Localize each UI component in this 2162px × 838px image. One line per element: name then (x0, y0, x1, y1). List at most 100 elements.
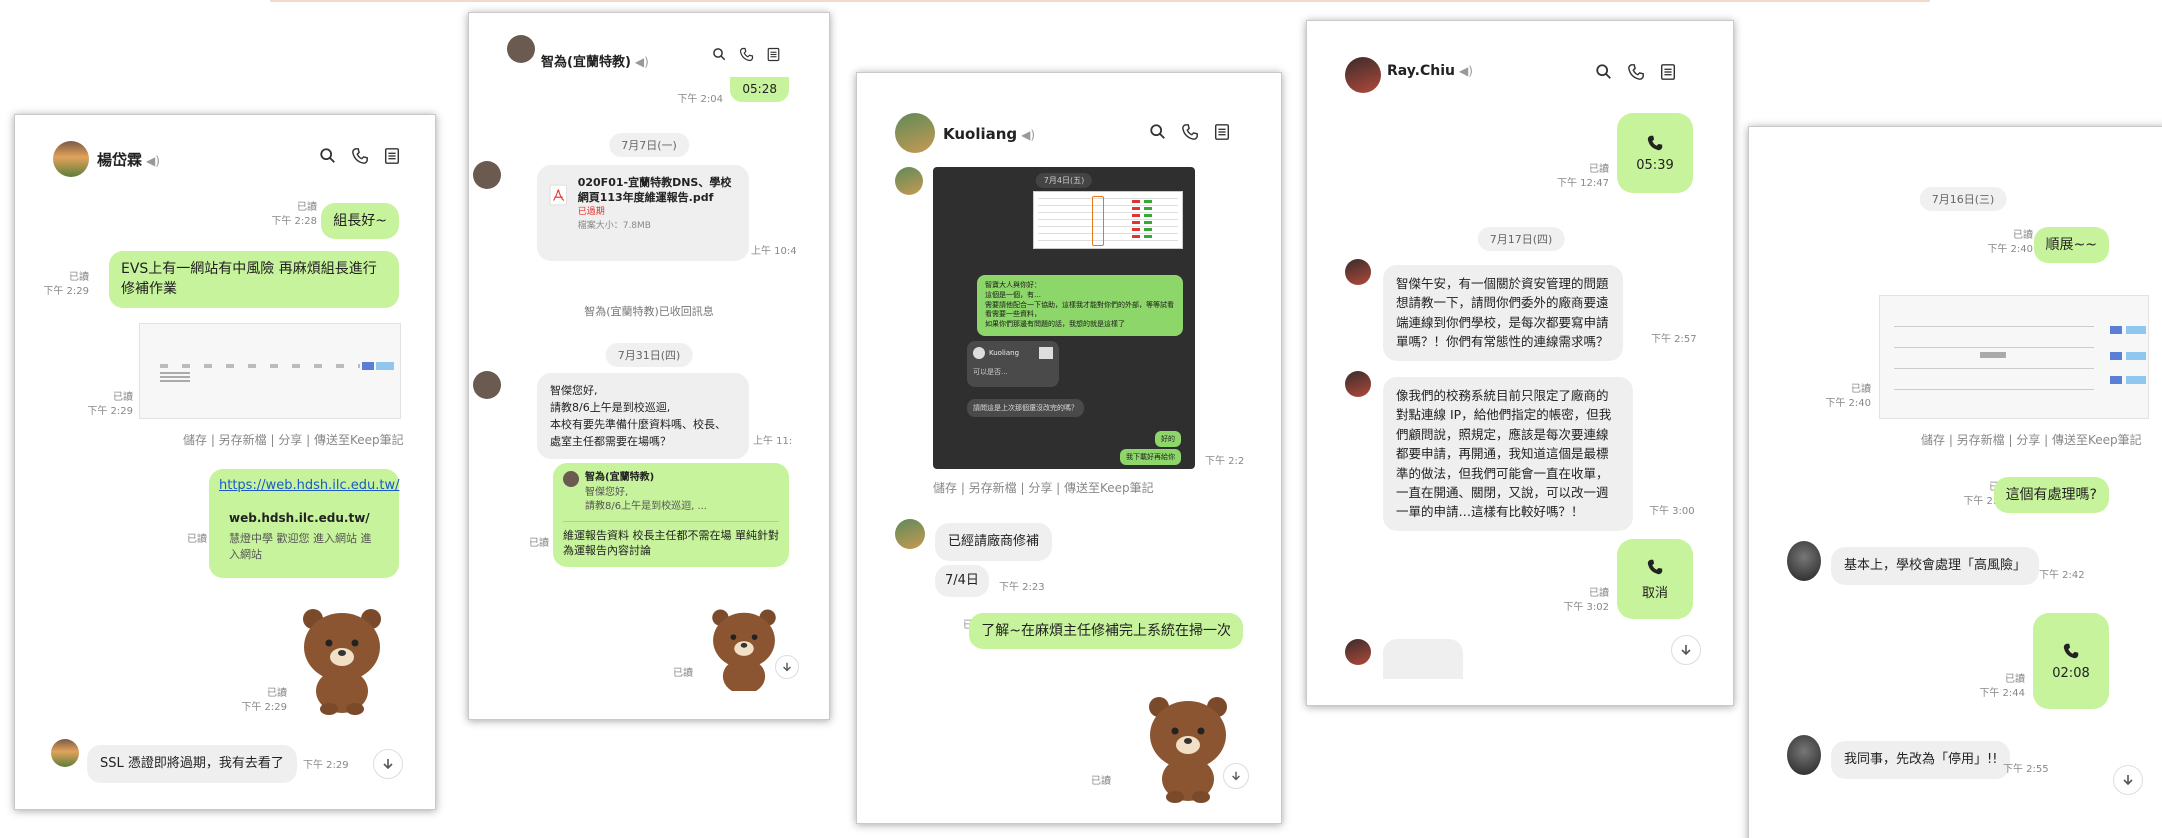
menu-icon[interactable] (1659, 63, 1677, 81)
message-bubble-in[interactable]: 基本上，學校會處理「高風險」 (1831, 547, 2040, 586)
menu-icon[interactable] (383, 147, 401, 165)
image-attachment[interactable] (139, 323, 401, 419)
screenshot-in2: 請問這是上次那個還沒改完的嗎？ (967, 399, 1084, 417)
partial-call-bubble[interactable] (1383, 639, 1463, 679)
file-bubble[interactable]: 020F01-宜蘭特教DNS、學校網頁113年度維運報告.pdf 已過期 檔案大… (537, 165, 749, 261)
bear-sticker[interactable] (1145, 693, 1231, 803)
contact-avatar[interactable] (1345, 371, 1371, 397)
avatar[interactable] (53, 141, 89, 177)
bear-sticker[interactable] (299, 605, 385, 715)
phone-icon[interactable] (1627, 63, 1645, 81)
screenshot-out2: 我下載好再給你 (1120, 449, 1181, 465)
menu-icon[interactable] (766, 47, 781, 62)
link-card[interactable]: web.hdsh.ilc.edu.tw/ 慧燈中學 歡迎您 進入網站 進入網站 (219, 502, 389, 570)
screenshot-bubble-out: 智寶大人與你好： 這個是一個，有… 需要請他配合一下協助，這樣我才能對你們的外部… (977, 275, 1183, 336)
image-actions[interactable]: 儲存 | 另存新檔 | 分享 | 傳送至Keep筆記 (183, 431, 404, 448)
quoted-text: 智傑您好, 請教8/6上午是到校巡迴, ... (585, 486, 707, 513)
date-separator: 7月7日(一) (609, 133, 689, 157)
scroll-down-button[interactable] (1223, 763, 1249, 789)
arrow-down-icon (2123, 775, 2133, 786)
screenshot-button (2110, 376, 2122, 384)
contact-avatar[interactable] (51, 739, 79, 767)
header-icons (319, 147, 401, 165)
read-status: 已讀下午 2:40 (1825, 384, 1871, 409)
avatar[interactable] (1345, 57, 1381, 93)
phone-icon[interactable] (351, 147, 369, 165)
screenshot-button (362, 362, 374, 370)
image-actions[interactable]: 儲存 | 另存新檔 | 分享 | 傳送至Keep筆記 (933, 479, 1154, 496)
scroll-down-button[interactable] (373, 749, 403, 779)
avatar[interactable] (507, 35, 535, 63)
call-status: 取消 (1641, 585, 1668, 601)
message-bubble-out[interactable]: 了解~在麻煩主任修補完上系統在掃一次 (969, 613, 1243, 650)
phone-icon[interactable] (1181, 123, 1199, 141)
scroll-down-button[interactable] (2113, 765, 2143, 795)
search-icon[interactable] (1595, 63, 1613, 81)
search-icon[interactable] (1149, 123, 1167, 141)
contact-avatar[interactable] (1787, 541, 1821, 581)
message-bubble-in[interactable]: SSL 憑證即將過期，我有去看了 (87, 745, 297, 784)
file-info: 020F01-宜蘭特教DNS、學校網頁113年度維運報告.pdf 已過期 檔案大… (578, 175, 737, 251)
read-status: 已讀 (673, 668, 693, 679)
message-bubble-out[interactable]: 05:28 (730, 77, 789, 103)
mute-icon: ◀) (634, 55, 649, 69)
scroll-down-button[interactable] (775, 655, 799, 679)
message-bubble-in[interactable]: 智傑午安，有一個關於資安管理的問題想請教一下，請問你們委外的廠商要遠端連線到你們… (1383, 265, 1623, 361)
image-actions[interactable]: 儲存 | 另存新檔 | 分享 | 傳送至Keep筆記 (1921, 431, 2142, 448)
reply-bubble[interactable]: 智為(宜蘭特教) 智傑您好, 請教8/6上午是到校巡迴, ... 維運報告資料 … (553, 463, 789, 568)
call-duration: 02:08 (2052, 665, 2090, 681)
contact-avatar[interactable] (473, 161, 501, 189)
message-bubble-in[interactable]: 我同事，先改為「停用」!! (1831, 741, 2011, 780)
search-icon[interactable] (319, 147, 337, 165)
search-icon[interactable] (712, 47, 727, 62)
date-separator: 7月16日(三) (1919, 187, 2007, 211)
file-size: 檔案大小：7.8MB (577, 220, 651, 231)
image-attachment[interactable] (1879, 295, 2149, 419)
message-bubble-in[interactable]: 已經請廠商修補 (935, 523, 1053, 562)
quoted-message: 智為(宜蘭特教) 智傑您好, 請教8/6上午是到校巡迴, ... (563, 471, 779, 522)
phone-icon[interactable] (739, 47, 754, 62)
message-bubble-out[interactable]: 這個有處理嗎? (1993, 477, 2109, 514)
chat-header: 智為(宜蘭特教) ◀) (469, 13, 829, 70)
chat-title: 楊岱霖 (97, 151, 143, 169)
screenshot-table (1033, 191, 1183, 249)
pdf-icon (549, 184, 567, 206)
contact-avatar[interactable] (895, 167, 923, 195)
contact-avatar[interactable] (1787, 735, 1821, 775)
chat-header: Ray.Chiu ◀) (1307, 21, 1733, 93)
message-bubble-out[interactable]: 組長好~ (321, 203, 399, 240)
bear-sticker[interactable] (709, 601, 779, 691)
system-message: 智為(宜蘭特教)已收回訊息 (584, 305, 714, 318)
contact-avatar[interactable] (1345, 639, 1371, 665)
read-status: 已讀 (529, 538, 549, 549)
arrow-down-icon (383, 759, 393, 770)
link-url[interactable]: https://web.hdsh.ilc.edu.tw/ (219, 477, 399, 496)
screenshot-user-card: Kuoliang 可以是否... (967, 341, 1059, 387)
read-status: 已讀下午 2:40 (1987, 230, 2033, 255)
call-bubble[interactable]: 02:08 (2033, 613, 2109, 709)
message-time: 下午 2:29 (303, 760, 349, 771)
screenshot-image[interactable]: 7月4日(五) 智寶大人與你好： 這個是一個，有… 需要請他配合一下協助，這樣我… (933, 167, 1195, 469)
message-bubble-in[interactable]: 像我們的校務系統目前只限定了廠商的對點連線 IP，給他們指定的帳密，但我們顧問說… (1383, 377, 1633, 531)
call-bubble[interactable]: 取消 (1617, 539, 1693, 619)
call-bubble[interactable]: 05:39 (1617, 113, 1693, 193)
read-status: 已讀 下午 2:29 (241, 688, 287, 713)
quoted-name: 智為(宜蘭特教) (585, 472, 655, 483)
message-bubble-out[interactable]: EVS上有一網站有中風險 再麻煩組長進行修補作業 (109, 251, 399, 308)
phone-call-icon (1647, 559, 1663, 574)
scroll-down-button[interactable] (1671, 635, 1701, 665)
contact-avatar[interactable] (895, 519, 925, 549)
read-status: 已讀 (187, 534, 207, 545)
avatar[interactable] (895, 113, 935, 153)
arrow-down-icon (783, 662, 791, 672)
link-description: 慧燈中學 歡迎您 進入網站 進入網站 (229, 532, 372, 561)
contact-avatar[interactable] (473, 371, 501, 399)
menu-icon[interactable] (1213, 123, 1231, 141)
message-bubble-out[interactable]: 順展~~ (2033, 227, 2109, 264)
file-name: 020F01-宜蘭特教DNS、學校網頁113年度維運報告.pdf (577, 176, 732, 205)
link-preview-bubble[interactable]: https://web.hdsh.ilc.edu.tw/ web.hdsh.il… (209, 469, 399, 579)
message-bubble-in[interactable]: 智傑您好, 請教8/6上午是到校巡迴, 本校有要先準備什麼資料嗎、校長、處室主任… (537, 373, 749, 460)
contact-avatar[interactable] (1345, 259, 1371, 285)
read-status: 已讀 下午 2:44 (1979, 674, 2025, 699)
message-bubble-in[interactable]: 7/4日 (935, 565, 989, 598)
